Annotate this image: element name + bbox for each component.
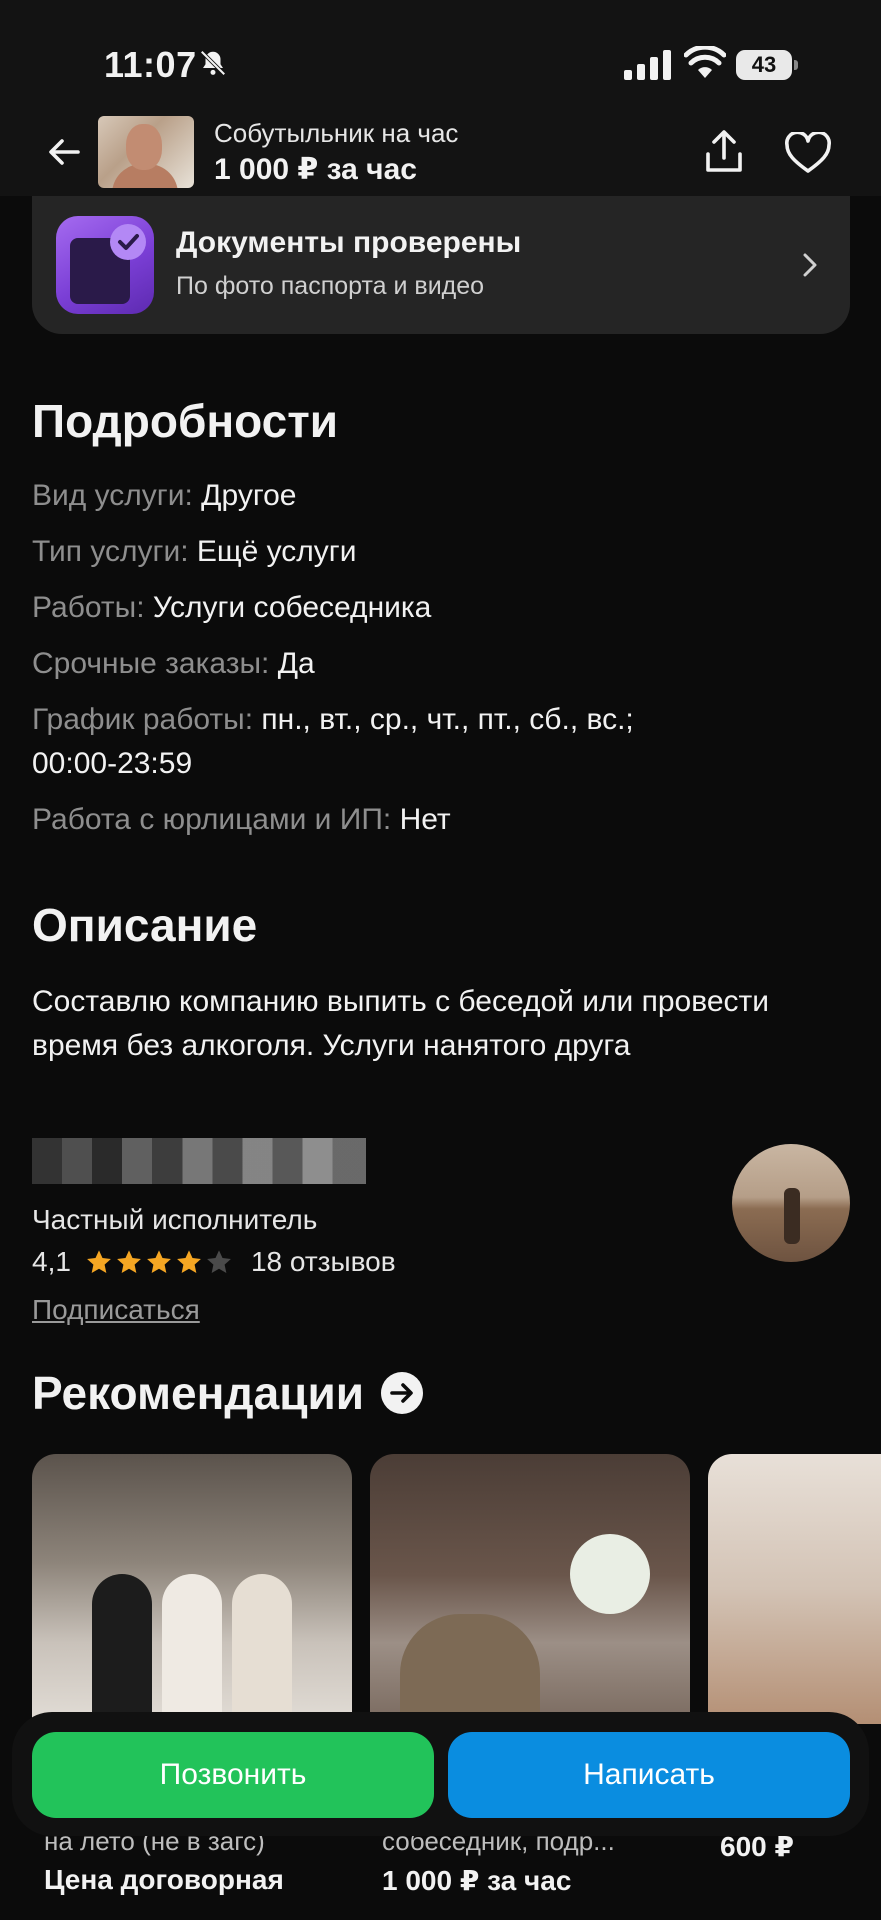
detail-row: Вид услуги: Другое	[32, 474, 852, 518]
detail-label: Работы:	[32, 591, 145, 624]
favorite-heart-icon[interactable]	[784, 132, 832, 174]
action-bar: Позвонить Написать	[12, 1712, 869, 1836]
message-button[interactable]: Написать	[448, 1732, 850, 1818]
recommendation-price: 1 000 ₽ за час	[382, 1865, 572, 1896]
back-arrow-icon[interactable]	[44, 132, 84, 172]
detail-row: Работа с юрлицами и ИП: Нет	[32, 798, 852, 842]
recommendation-card-image[interactable]	[32, 1454, 352, 1724]
star-empty-icon	[207, 1250, 231, 1273]
listing-thumbnail	[98, 116, 194, 188]
reviews-count: 18 отзывов	[250, 1246, 396, 1277]
subscribe-link[interactable]: Подписаться	[32, 1294, 200, 1326]
chevron-right-icon	[803, 253, 817, 277]
docs-subtitle: По фото паспорта и видео	[176, 272, 485, 300]
detail-row: Тип услуги: Ещё услуги	[32, 530, 852, 574]
detail-row: График работы: пн., вт., ср., чт., пт., …	[32, 698, 722, 786]
recommendation-price: Цена договорная	[44, 1864, 284, 1895]
detail-row: Срочные заказы: Да	[32, 642, 852, 686]
status-time: 11:07	[104, 44, 197, 85]
recommendations-title: Рекомендации	[32, 1367, 365, 1419]
seller-rating[interactable]: 4,1 18 отзывов	[32, 1246, 396, 1278]
listing-title: Собутыльник на час	[214, 118, 459, 148]
star-icon	[87, 1250, 111, 1273]
description-text: Составлю компанию выпить с беседой или п…	[32, 985, 770, 1062]
detail-value: Другое	[201, 479, 297, 512]
documents-verified-card[interactable]: Документы проверены По фото паспорта и в…	[32, 196, 850, 334]
star-icon	[177, 1250, 201, 1273]
detail-value: Да	[277, 647, 315, 680]
call-button[interactable]: Позвонить	[32, 1732, 434, 1818]
recommendations-heading[interactable]: Рекомендации	[32, 1366, 424, 1420]
detail-row: Работы: Услуги собеседника	[32, 586, 852, 630]
listing-header: Собутыльник на час 1 000 ₽ за час	[0, 110, 881, 196]
arrow-right-circle-icon[interactable]	[380, 1371, 424, 1415]
detail-value: Услуги собеседника	[152, 591, 432, 624]
battery-level: 43	[736, 50, 792, 80]
details-heading: Подробности	[32, 395, 339, 447]
star-icon	[147, 1250, 171, 1273]
verified-documents-icon	[56, 216, 154, 314]
listing-price: 1 000 ₽ за час	[214, 153, 417, 186]
recommendation-card-image[interactable]	[708, 1454, 881, 1724]
docs-title: Документы проверены	[176, 226, 522, 259]
rating-stars	[85, 1248, 235, 1276]
cellular-signal-icon	[624, 50, 671, 80]
description-heading: Описание	[32, 899, 258, 951]
rating-value: 4,1	[32, 1246, 71, 1277]
battery-icon: 43	[736, 50, 798, 80]
detail-label: Срочные заказы:	[32, 647, 270, 680]
detail-value: Нет	[399, 803, 451, 836]
star-icon	[117, 1250, 141, 1273]
detail-value: Ещё услуги	[196, 535, 357, 568]
status-bar: 11:07 43	[0, 0, 881, 120]
detail-label: График работы:	[32, 703, 254, 736]
detail-label: Работа с юрлицами и ИП:	[32, 803, 392, 836]
wifi-icon	[684, 46, 726, 78]
recommendation-card-image[interactable]	[370, 1454, 690, 1724]
bell-muted-icon	[200, 50, 226, 76]
detail-label: Тип услуги:	[32, 535, 189, 568]
seller-name-blurred[interactable]	[32, 1138, 366, 1184]
seller-type: Частный исполнитель	[32, 1204, 318, 1235]
detail-label: Вид услуги:	[32, 479, 193, 512]
seller-avatar[interactable]	[732, 1144, 850, 1262]
share-icon[interactable]	[702, 128, 746, 176]
